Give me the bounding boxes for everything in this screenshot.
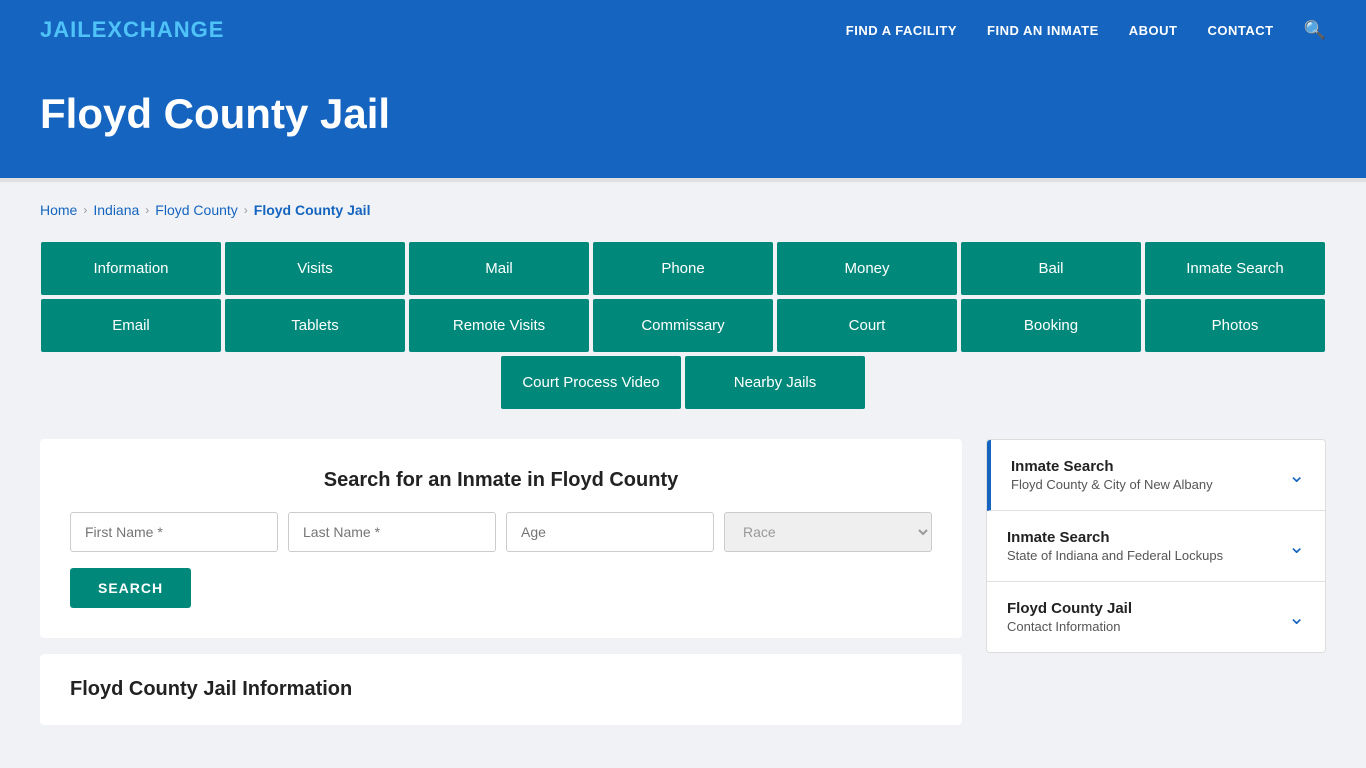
btn-photos[interactable]: Photos	[1145, 299, 1325, 352]
main-nav: FIND A FACILITY FIND AN INMATE ABOUT CON…	[846, 20, 1326, 41]
btn-email[interactable]: Email	[41, 299, 221, 352]
nav-find-facility[interactable]: FIND A FACILITY	[846, 23, 957, 38]
breadcrumb-home[interactable]: Home	[40, 202, 77, 218]
btn-tablets[interactable]: Tablets	[225, 299, 405, 352]
grid-row-2: Email Tablets Remote Visits Commissary C…	[40, 299, 1326, 352]
btn-court[interactable]: Court	[777, 299, 957, 352]
breadcrumb-sep-3: ›	[244, 203, 248, 217]
logo-part3: XCHANGE	[107, 17, 224, 42]
sidebar-item-inmate-search-floyd[interactable]: Inmate Search Floyd County & City of New…	[987, 440, 1325, 511]
search-icon-button[interactable]: 🔍	[1304, 20, 1326, 41]
chevron-down-icon-floyd: ⌄	[1288, 463, 1305, 488]
grid-row-1: Information Visits Mail Phone Money Bail…	[40, 242, 1326, 295]
search-button[interactable]: SEARCH	[70, 568, 191, 608]
sidebar-item-indiana-title: Inmate Search	[1007, 529, 1223, 546]
sidebar-item-contact-subtitle: Contact Information	[1007, 619, 1132, 634]
btn-mail[interactable]: Mail	[409, 242, 589, 295]
btn-nearby-jails[interactable]: Nearby Jails	[685, 356, 865, 409]
chevron-down-icon-indiana: ⌄	[1288, 534, 1305, 559]
race-select[interactable]: Race White Black Hispanic Asian Other	[724, 512, 932, 552]
sidebar-item-contact-text: Floyd County Jail Contact Information	[1007, 600, 1132, 634]
sidebar-item-floyd-title: Inmate Search	[1011, 458, 1213, 475]
btn-booking[interactable]: Booking	[961, 299, 1141, 352]
logo-highlight: E	[92, 17, 108, 42]
sidebar-item-floyd-subtitle: Floyd County & City of New Albany	[1011, 477, 1213, 492]
logo[interactable]: JAILEXCHANGE	[40, 17, 224, 43]
header: JAILEXCHANGE FIND A FACILITY FIND AN INM…	[0, 0, 1366, 60]
age-input[interactable]	[506, 512, 714, 552]
search-fields: Race White Black Hispanic Asian Other	[70, 512, 932, 552]
btn-information[interactable]: Information	[41, 242, 221, 295]
grid-row-3: Court Process Video Nearby Jails	[40, 356, 1326, 409]
last-name-input[interactable]	[288, 512, 496, 552]
hero-section: Floyd County Jail	[0, 60, 1366, 178]
sidebar-item-contact-title: Floyd County Jail	[1007, 600, 1132, 617]
content-area: Home › Indiana › Floyd County › Floyd Co…	[0, 182, 1366, 765]
btn-court-process-video[interactable]: Court Process Video	[501, 356, 681, 409]
btn-inmate-search[interactable]: Inmate Search	[1145, 242, 1325, 295]
sidebar-item-inmate-search-indiana[interactable]: Inmate Search State of Indiana and Feder…	[987, 511, 1325, 582]
breadcrumb-sep-2: ›	[145, 203, 149, 217]
nav-contact[interactable]: CONTACT	[1207, 23, 1273, 38]
nav-about[interactable]: ABOUT	[1129, 23, 1178, 38]
info-section: Floyd County Jail Information	[40, 654, 962, 725]
main-layout: Search for an Inmate in Floyd County Rac…	[40, 439, 1326, 725]
btn-phone[interactable]: Phone	[593, 242, 773, 295]
page-title: Floyd County Jail	[40, 90, 1326, 138]
breadcrumb-floyd-county[interactable]: Floyd County	[155, 202, 237, 218]
search-title: Search for an Inmate in Floyd County	[70, 469, 932, 492]
breadcrumb-current: Floyd County Jail	[254, 202, 371, 218]
logo-part1: JAIL	[40, 17, 92, 42]
info-title: Floyd County Jail Information	[70, 678, 932, 701]
breadcrumb: Home › Indiana › Floyd County › Floyd Co…	[40, 202, 1326, 218]
sidebar-item-contact-info[interactable]: Floyd County Jail Contact Information ⌄	[987, 582, 1325, 652]
sidebar-item-indiana-subtitle: State of Indiana and Federal Lockups	[1007, 548, 1223, 563]
first-name-input[interactable]	[70, 512, 278, 552]
sidebar: Inmate Search Floyd County & City of New…	[986, 439, 1326, 653]
chevron-down-icon-contact: ⌄	[1288, 605, 1305, 630]
left-column: Search for an Inmate in Floyd County Rac…	[40, 439, 962, 725]
category-button-grid: Information Visits Mail Phone Money Bail…	[40, 242, 1326, 409]
btn-bail[interactable]: Bail	[961, 242, 1141, 295]
sidebar-item-indiana-text: Inmate Search State of Indiana and Feder…	[1007, 529, 1223, 563]
inmate-search-box: Search for an Inmate in Floyd County Rac…	[40, 439, 962, 638]
breadcrumb-indiana[interactable]: Indiana	[93, 202, 139, 218]
btn-money[interactable]: Money	[777, 242, 957, 295]
btn-remote-visits[interactable]: Remote Visits	[409, 299, 589, 352]
breadcrumb-sep-1: ›	[83, 203, 87, 217]
nav-find-inmate[interactable]: FIND AN INMATE	[987, 23, 1099, 38]
btn-commissary[interactable]: Commissary	[593, 299, 773, 352]
btn-visits[interactable]: Visits	[225, 242, 405, 295]
sidebar-item-floyd-text: Inmate Search Floyd County & City of New…	[1011, 458, 1213, 492]
